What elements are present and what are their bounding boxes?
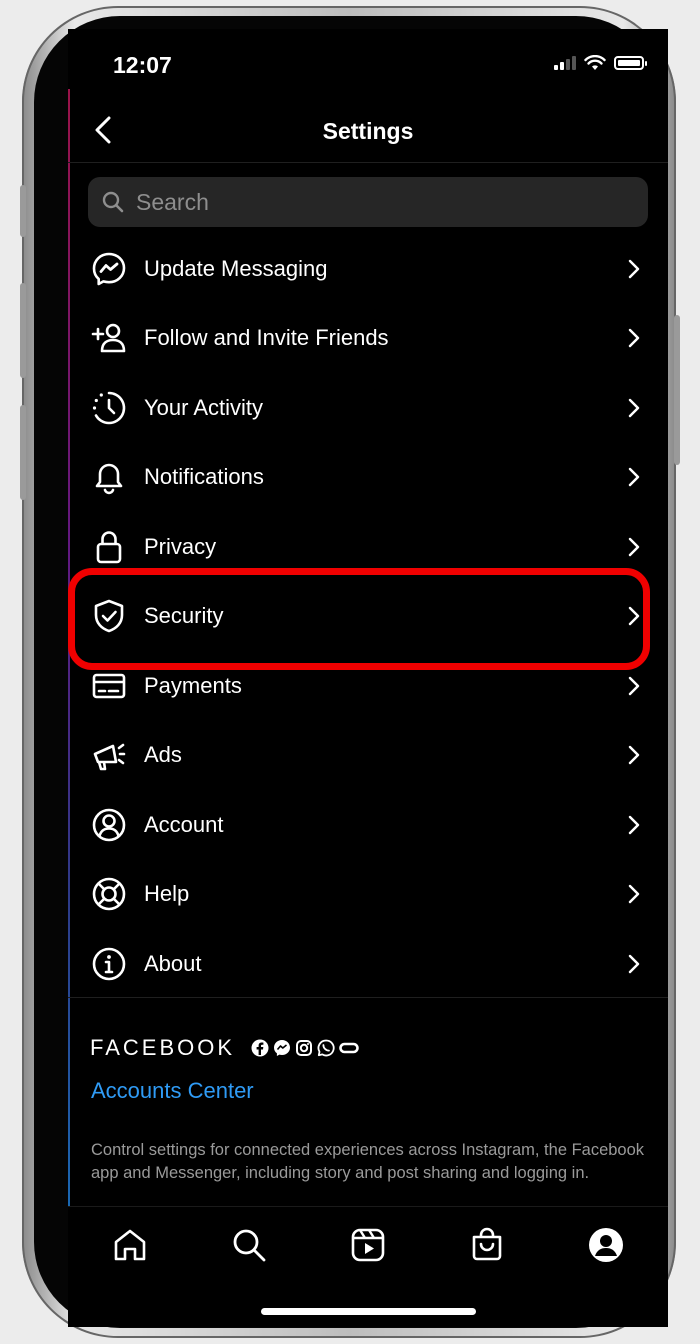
lock-icon [90,528,128,566]
search-box[interactable] [88,177,648,227]
menu-item-label: Your Activity [144,394,264,420]
chevron-right-icon [628,468,640,487]
status-bar: 12:07 [68,29,668,99]
mute-switch [20,185,26,237]
nav-header: Settings [68,104,668,163]
menu-item-label: Notifications [144,464,264,490]
lifebuoy-icon [90,875,128,913]
chevron-right-icon [628,259,640,278]
card-icon [90,667,128,705]
instagram-icon [296,1040,313,1056]
shield-icon [90,597,128,635]
wifi-icon [584,55,606,70]
tab-profile[interactable] [586,1225,626,1265]
chevron-right-icon [628,815,640,834]
volume-down-button [20,405,26,500]
chevron-right-icon [628,885,640,904]
cellular-signal-icon [554,56,576,70]
menu-item-security[interactable]: Security [68,582,668,652]
shop-icon [472,1227,502,1261]
accounts-center-link[interactable]: Accounts Center [91,1078,254,1104]
menu-item-your-activity[interactable]: Your Activity [68,373,668,443]
menu-item-label: Help [144,881,190,907]
facebook-family-icons [251,1039,359,1057]
menu-item-label: Payments [144,672,242,698]
battery-icon [614,56,647,70]
bell-icon [90,458,128,496]
search-input[interactable] [134,187,618,217]
home-indicator[interactable] [261,1308,476,1315]
menu-item-label: Ads [144,742,182,768]
menu-item-help[interactable]: Help [68,860,668,930]
add-person-icon [90,319,128,357]
facebook-icon [251,1039,269,1057]
chevron-right-icon [628,676,640,695]
tab-search[interactable] [229,1225,269,1265]
menu-item-label: Account [144,811,224,837]
menu-item-label: Update Messaging [144,255,328,281]
profile-icon [589,1228,623,1262]
activity-clock-icon [90,389,128,427]
facebook-brand-row: FACEBOOK [90,1035,359,1061]
search-icon [102,191,124,213]
chevron-right-icon [628,329,640,348]
menu-item-account[interactable]: Account [68,790,668,860]
chevron-right-icon [628,746,640,765]
chevron-right-icon [628,537,640,556]
screen: 12:07 Settings Search Update Messaging F… [68,29,668,1327]
messenger-small-icon [274,1040,291,1056]
oculus-icon [339,1042,359,1054]
messenger-icon [90,250,128,288]
search-icon [233,1229,266,1262]
user-circle-icon [90,806,128,844]
info-icon [90,945,128,983]
settings-menu: Update Messaging Follow and Invite Frien… [68,234,668,999]
volume-up-button [20,283,26,378]
menu-item-privacy[interactable]: Privacy [68,512,668,582]
tab-home[interactable] [110,1225,150,1265]
menu-item-about[interactable]: About [68,929,668,999]
chevron-right-icon [628,607,640,626]
tab-reels[interactable] [348,1225,388,1265]
chevron-right-icon [628,954,640,973]
page-title: Settings [322,118,414,144]
menu-item-label: Follow and Invite Friends [144,325,389,351]
home-icon [114,1229,146,1261]
facebook-wordmark: FACEBOOK [90,1035,236,1060]
menu-item-ads[interactable]: Ads [68,721,668,791]
menu-item-label: Privacy [144,533,217,559]
menu-item-label: About [144,950,202,976]
chevron-right-icon [628,398,640,417]
reels-icon [351,1228,385,1262]
menu-item-label: Security [144,603,224,629]
menu-item-payments[interactable]: Payments [68,651,668,721]
menu-item-follow-invite[interactable]: Follow and Invite Friends [68,304,668,374]
power-button [674,315,680,465]
status-time: 12:07 [113,52,172,78]
menu-item-update-messaging[interactable]: Update Messaging [68,234,668,304]
whatsapp-icon [317,1039,335,1057]
tab-shop[interactable] [467,1225,507,1265]
section-divider [68,997,668,998]
status-icons [554,55,647,71]
menu-item-notifications[interactable]: Notifications [68,443,668,513]
accounts-center-description: Control settings for connected experienc… [91,1141,645,1182]
megaphone-icon [90,736,128,774]
